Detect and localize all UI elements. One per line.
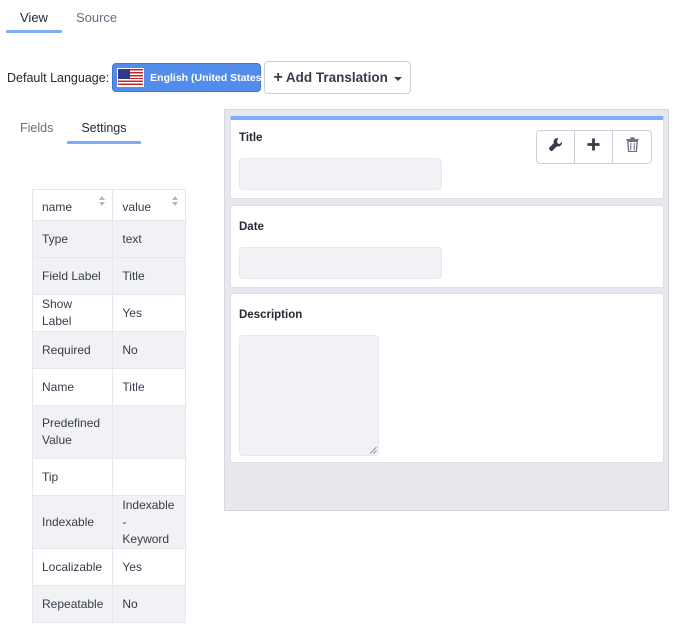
table-row: Required No — [31, 331, 186, 369]
property-name: Tip — [31, 458, 114, 496]
plus-icon: + — [273, 68, 283, 86]
table-row: Name Title — [31, 368, 186, 406]
field-action-toolbar — [536, 130, 652, 164]
property-name: Name — [31, 368, 114, 406]
edit-field-button[interactable] — [537, 131, 575, 163]
delete-field-button[interactable] — [613, 131, 651, 163]
property-value[interactable]: Yes — [112, 294, 186, 332]
default-language-label: Default Language: — [7, 70, 110, 85]
default-language-row: Default Language: English (United States… — [7, 61, 412, 94]
column-header-name-label: name — [42, 200, 73, 214]
property-value[interactable]: Title — [112, 257, 186, 295]
property-value[interactable]: Title — [112, 368, 186, 406]
date-input[interactable] — [239, 247, 442, 279]
table-header-row: name value — [31, 189, 186, 221]
property-name: Required — [31, 331, 114, 369]
sort-icon — [99, 196, 106, 208]
table-row: Indexable Indexable - Keyword — [31, 495, 186, 549]
form-field-date[interactable]: Date — [230, 205, 664, 288]
table-row: Type text — [31, 220, 186, 258]
property-name: Field Label — [31, 257, 114, 295]
column-header-name[interactable]: name — [31, 189, 114, 221]
table-row: Field Label Title — [31, 257, 186, 295]
form-field-title[interactable]: Title — [230, 116, 664, 199]
form-field-description[interactable]: Description — [230, 293, 664, 463]
property-name: Predefined Value — [31, 405, 114, 459]
trash-icon — [626, 137, 639, 157]
property-value[interactable]: text — [112, 220, 186, 258]
column-header-value[interactable]: value — [112, 189, 186, 221]
add-translation-label: Add Translation — [285, 70, 388, 85]
sort-icon — [172, 196, 179, 208]
view-source-tabs: View Source — [6, 0, 131, 33]
us-flag-icon — [117, 68, 145, 87]
default-language-button[interactable]: English (United States) — [112, 63, 265, 92]
property-name: Show Label — [31, 294, 114, 332]
tab-source[interactable]: Source — [62, 0, 131, 33]
property-name: Repeatable — [31, 585, 114, 623]
property-value[interactable]: Indexable - Keyword — [112, 495, 186, 549]
property-value[interactable] — [112, 458, 186, 496]
property-value[interactable]: Yes — [112, 548, 186, 586]
tab-fields[interactable]: Fields — [6, 114, 67, 144]
title-input[interactable] — [239, 158, 442, 190]
column-header-value-label: value — [122, 200, 152, 214]
add-translation-button[interactable]: + Add Translation — [264, 61, 412, 94]
property-name: Indexable — [31, 495, 114, 549]
table-row: Tip — [31, 458, 186, 496]
default-language-value: English (United States) — [150, 71, 266, 84]
wrench-icon — [548, 137, 563, 157]
caret-down-icon — [393, 76, 402, 81]
property-value[interactable]: No — [112, 585, 186, 623]
property-value[interactable]: No — [112, 331, 186, 369]
field-label: Date — [239, 221, 264, 233]
plus-icon — [587, 138, 600, 156]
field-properties-table: name value Type text Field Label Title S… — [31, 189, 186, 623]
fields-settings-tabs: Fields Settings — [6, 114, 141, 144]
description-textarea[interactable] — [239, 335, 379, 456]
table-row: Show Label Yes — [31, 294, 186, 332]
table-row: Localizable Yes — [31, 548, 186, 586]
property-name: Localizable — [31, 548, 114, 586]
tab-view[interactable]: View — [6, 0, 62, 33]
duplicate-field-button[interactable] — [575, 131, 613, 163]
property-name: Type — [31, 220, 114, 258]
field-label: Title — [239, 132, 263, 144]
property-value[interactable] — [112, 405, 186, 459]
field-label: Description — [239, 309, 303, 321]
table-row: Repeatable No — [31, 585, 186, 623]
tab-settings[interactable]: Settings — [67, 114, 141, 144]
resize-handle-icon[interactable] — [369, 446, 377, 454]
form-builder-canvas: Title Date Description — [224, 109, 669, 511]
table-row: Predefined Value — [31, 405, 186, 459]
